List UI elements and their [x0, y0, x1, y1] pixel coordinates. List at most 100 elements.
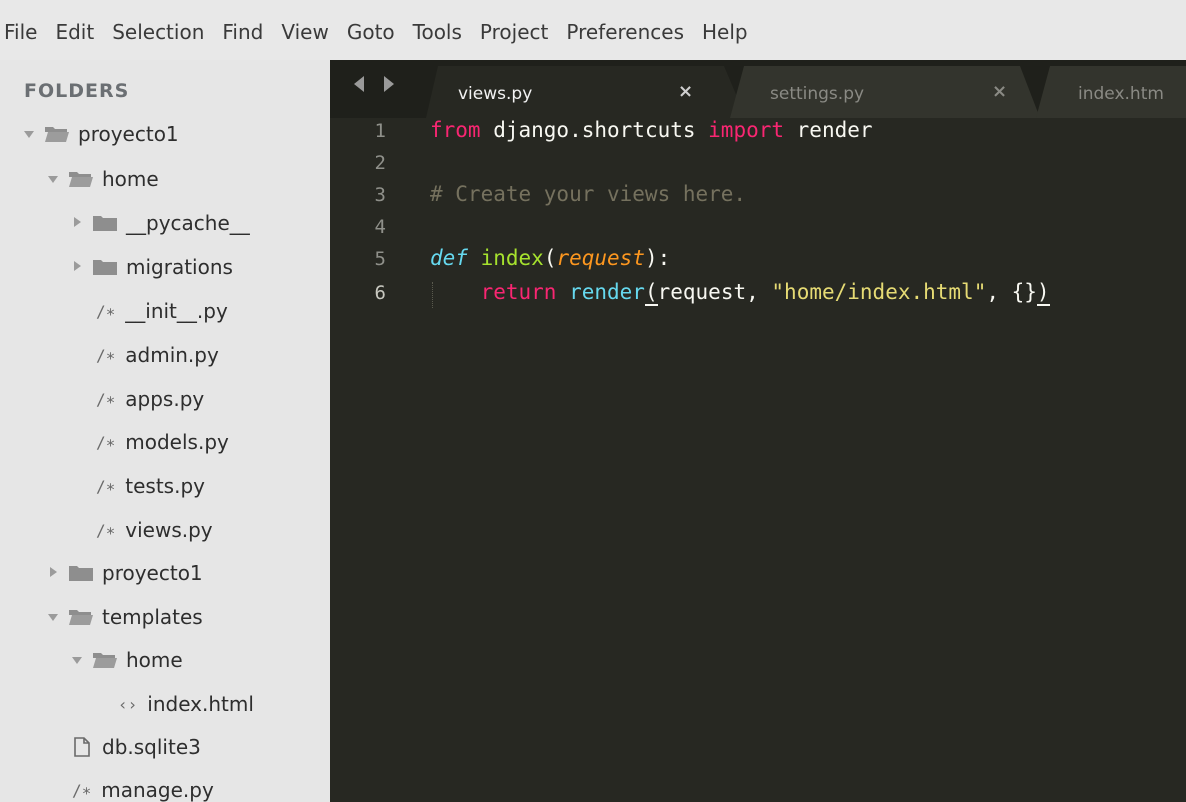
sidebar: FOLDERS proyecto1 home __pycache__ migra…: [0, 60, 330, 802]
disclosure-open-icon[interactable]: [22, 126, 38, 142]
tree-item-index-html[interactable]: ‹› index.html: [118, 687, 254, 721]
open-folder-icon: [93, 653, 117, 668]
tree-item-label: templates: [102, 605, 203, 629]
tree-item-label: models.py: [125, 430, 229, 454]
python-file-icon: /∗: [96, 389, 116, 409]
python-file-icon: /∗: [96, 476, 116, 496]
menu-project[interactable]: Project: [471, 0, 557, 60]
disclosure-closed-icon[interactable]: [46, 565, 62, 581]
sublime-text-window: File Edit Selection Find View Goto Tools…: [0, 0, 1186, 802]
keyword-token: import: [708, 118, 785, 142]
menu-view[interactable]: View: [272, 0, 337, 60]
menu-bar: File Edit Selection Find View Goto Tools…: [0, 0, 1186, 60]
folder-icon: [93, 260, 117, 275]
folder-icon: [93, 216, 117, 231]
tree-item-proyecto1-package[interactable]: proyecto1: [46, 556, 203, 590]
line-number-gutter: 1 2 3 4 5 6: [330, 118, 420, 802]
indent-token: [430, 280, 481, 304]
tree-item-admin-py[interactable]: /∗ admin.py: [96, 338, 219, 372]
tree-item-apps-py[interactable]: /∗ apps.py: [96, 382, 204, 416]
tree-item-label: __init__.py: [125, 299, 228, 323]
tree-item-label: manage.py: [101, 778, 214, 802]
punctuation-token: (: [543, 246, 557, 270]
code-line-5: def index(request):: [430, 246, 670, 276]
tree-item-pycache[interactable]: __pycache__: [70, 206, 250, 240]
tree-item-templates-home[interactable]: home: [70, 643, 183, 677]
document-file-icon: [74, 737, 90, 757]
tab-title: views.py: [458, 84, 533, 104]
tree-item-init-py[interactable]: /∗ __init__.py: [96, 294, 228, 328]
parameter-token: request: [556, 246, 645, 270]
tab-index-html[interactable]: index.htm: [1036, 66, 1186, 118]
tab-close-icon[interactable]: ×: [678, 81, 693, 102]
tab-views-py[interactable]: views.py ×: [426, 66, 746, 118]
menu-goto[interactable]: Goto: [338, 0, 404, 60]
python-file-icon: /∗: [96, 520, 116, 540]
matched-bracket-close: ): [1036, 280, 1050, 306]
menu-tools[interactable]: Tools: [404, 0, 471, 60]
code-editor[interactable]: from django.shortcuts import render # Cr…: [430, 118, 1186, 802]
punctuation-token: ):: [644, 246, 671, 270]
tree-item-label: admin.py: [125, 343, 219, 367]
tree-item-label: home: [126, 648, 183, 672]
tree-item-models-py[interactable]: /∗ models.py: [96, 425, 229, 459]
argument-token: request,: [657, 280, 772, 304]
line-number: 5: [374, 248, 386, 270]
tree-item-label: apps.py: [125, 387, 205, 411]
function-name-token: index: [480, 246, 544, 270]
disclosure-closed-icon[interactable]: [70, 259, 86, 275]
menu-edit[interactable]: Edit: [46, 0, 103, 60]
tree-item-home[interactable]: home: [46, 162, 159, 196]
code-line-1: from django.shortcuts import render: [430, 118, 873, 148]
tree-item-tests-py[interactable]: /∗ tests.py: [96, 469, 205, 503]
tree-item-label: index.html: [147, 692, 254, 716]
name-token: render: [784, 118, 873, 142]
tab-close-icon[interactable]: ×: [992, 81, 1007, 102]
folders-header: FOLDERS: [24, 80, 130, 102]
tree-item-label: migrations: [126, 255, 233, 279]
matched-bracket-open: (: [644, 280, 658, 306]
python-file-icon: /∗: [72, 780, 92, 800]
tree-item-views-py[interactable]: /∗ views.py: [96, 513, 213, 547]
tree-item-templates[interactable]: templates: [46, 600, 203, 634]
menu-find[interactable]: Find: [213, 0, 272, 60]
code-line-6: return render(request, "home/index.html"…: [430, 280, 1050, 310]
module-token: django.shortcuts: [480, 118, 709, 142]
line-number: 1: [374, 120, 386, 142]
menu-file[interactable]: File: [0, 0, 46, 60]
tree-item-migrations[interactable]: migrations: [70, 250, 233, 284]
menu-help[interactable]: Help: [693, 0, 757, 60]
open-folder-icon: [45, 127, 69, 142]
tree-item-label: proyecto1: [102, 561, 203, 585]
tree-item-label: views.py: [125, 518, 213, 542]
function-call-token: render: [569, 280, 645, 304]
line-number: 2: [374, 152, 386, 174]
tab-settings-py[interactable]: settings.py ×: [730, 66, 1040, 118]
python-file-icon: /∗: [96, 345, 116, 365]
tab-title: index.htm: [1078, 84, 1164, 104]
def-keyword-token: def: [430, 246, 468, 270]
disclosure-open-icon[interactable]: [46, 171, 62, 187]
disclosure-closed-icon[interactable]: [70, 215, 86, 231]
code-line-3: # Create your views here.: [430, 182, 746, 212]
tab-bar: views.py × settings.py × index.htm: [330, 60, 1186, 118]
tab-right-arrow-icon[interactable]: [384, 76, 394, 92]
line-number: 3: [374, 184, 386, 206]
tab-navigation: [354, 76, 394, 92]
menu-selection[interactable]: Selection: [103, 0, 213, 60]
tree-item-manage-py[interactable]: /∗ manage.py: [72, 773, 214, 802]
string-token: "home/index.html": [771, 280, 987, 304]
tab-left-arrow-icon[interactable]: [354, 76, 364, 92]
tree-item-label: home: [102, 167, 159, 191]
tree-item-label: tests.py: [125, 474, 205, 498]
menu-preferences[interactable]: Preferences: [557, 0, 693, 60]
tree-item-db-sqlite3[interactable]: db.sqlite3: [72, 730, 201, 764]
tree-item-proyecto1[interactable]: proyecto1: [22, 117, 179, 151]
tree-item-label: proyecto1: [78, 122, 179, 146]
disclosure-open-icon[interactable]: [46, 609, 62, 625]
python-file-icon: /∗: [96, 301, 116, 321]
disclosure-open-icon[interactable]: [70, 652, 86, 668]
tree-item-label: __pycache__: [126, 211, 250, 235]
